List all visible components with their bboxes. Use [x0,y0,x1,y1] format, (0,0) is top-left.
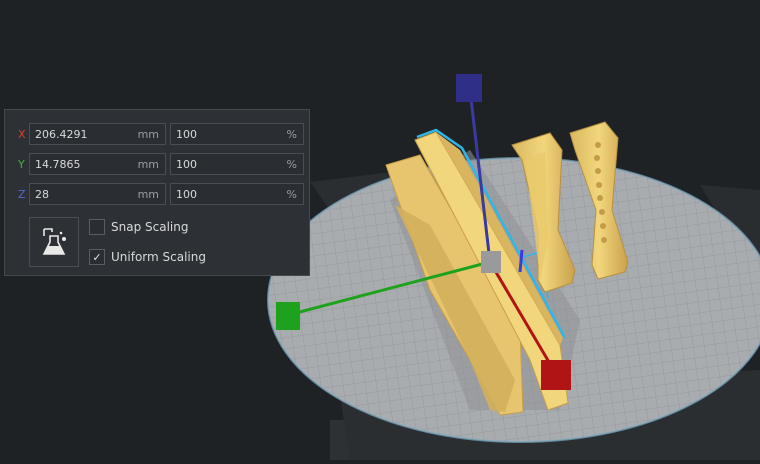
y-percent-unit: % [286,158,297,171]
z-percent-input[interactable]: 100 % [170,183,304,205]
uniform-scaling-label: Uniform Scaling [111,250,206,264]
reset-scale-button[interactable] [29,217,79,267]
y-percent-input[interactable]: 100 % [170,153,304,175]
x-size-value: 206.4291 [35,128,88,141]
snap-scaling-label: Snap Scaling [111,220,189,234]
z-scale-handle[interactable] [456,74,482,102]
z-size-input[interactable]: 28 mm [29,183,166,205]
scale-tool-icon [42,228,66,255]
x-percent-input[interactable]: 100 % [170,123,304,145]
z-axis-label: Z [18,188,26,201]
y-size-value: 14.7865 [35,158,81,171]
x-percent-value: 100 [176,128,197,141]
center-scale-handle[interactable] [481,251,501,273]
x-scale-handle[interactable] [541,360,571,390]
snap-scaling-option[interactable]: Snap Scaling [89,219,289,237]
uniform-scaling-checkbox[interactable]: ✓ [89,249,105,265]
z-scale-row: Z 28 mm 100 % [5,183,311,207]
y-percent-value: 100 [176,158,197,171]
y-size-unit: mm [137,158,159,171]
y-scale-handle[interactable] [276,302,300,330]
z-size-value: 28 [35,188,49,201]
x-percent-unit: % [286,128,297,141]
uniform-scaling-option[interactable]: ✓ Uniform Scaling [89,249,289,267]
z-percent-value: 100 [176,188,197,201]
scale-tool-panel: X 206.4291 mm 100 % Y 14.7865 mm 100 % Z… [4,109,310,276]
z-percent-unit: % [286,188,297,201]
x-axis-label: X [18,128,26,141]
y-axis-label: Y [18,158,25,171]
x-size-unit: mm [137,128,159,141]
snap-scaling-checkbox[interactable] [89,219,105,235]
x-scale-row: X 206.4291 mm 100 % [5,123,311,147]
y-scale-row: Y 14.7865 mm 100 % [5,153,311,177]
y-size-input[interactable]: 14.7865 mm [29,153,166,175]
z-size-unit: mm [137,188,159,201]
x-size-input[interactable]: 206.4291 mm [29,123,166,145]
